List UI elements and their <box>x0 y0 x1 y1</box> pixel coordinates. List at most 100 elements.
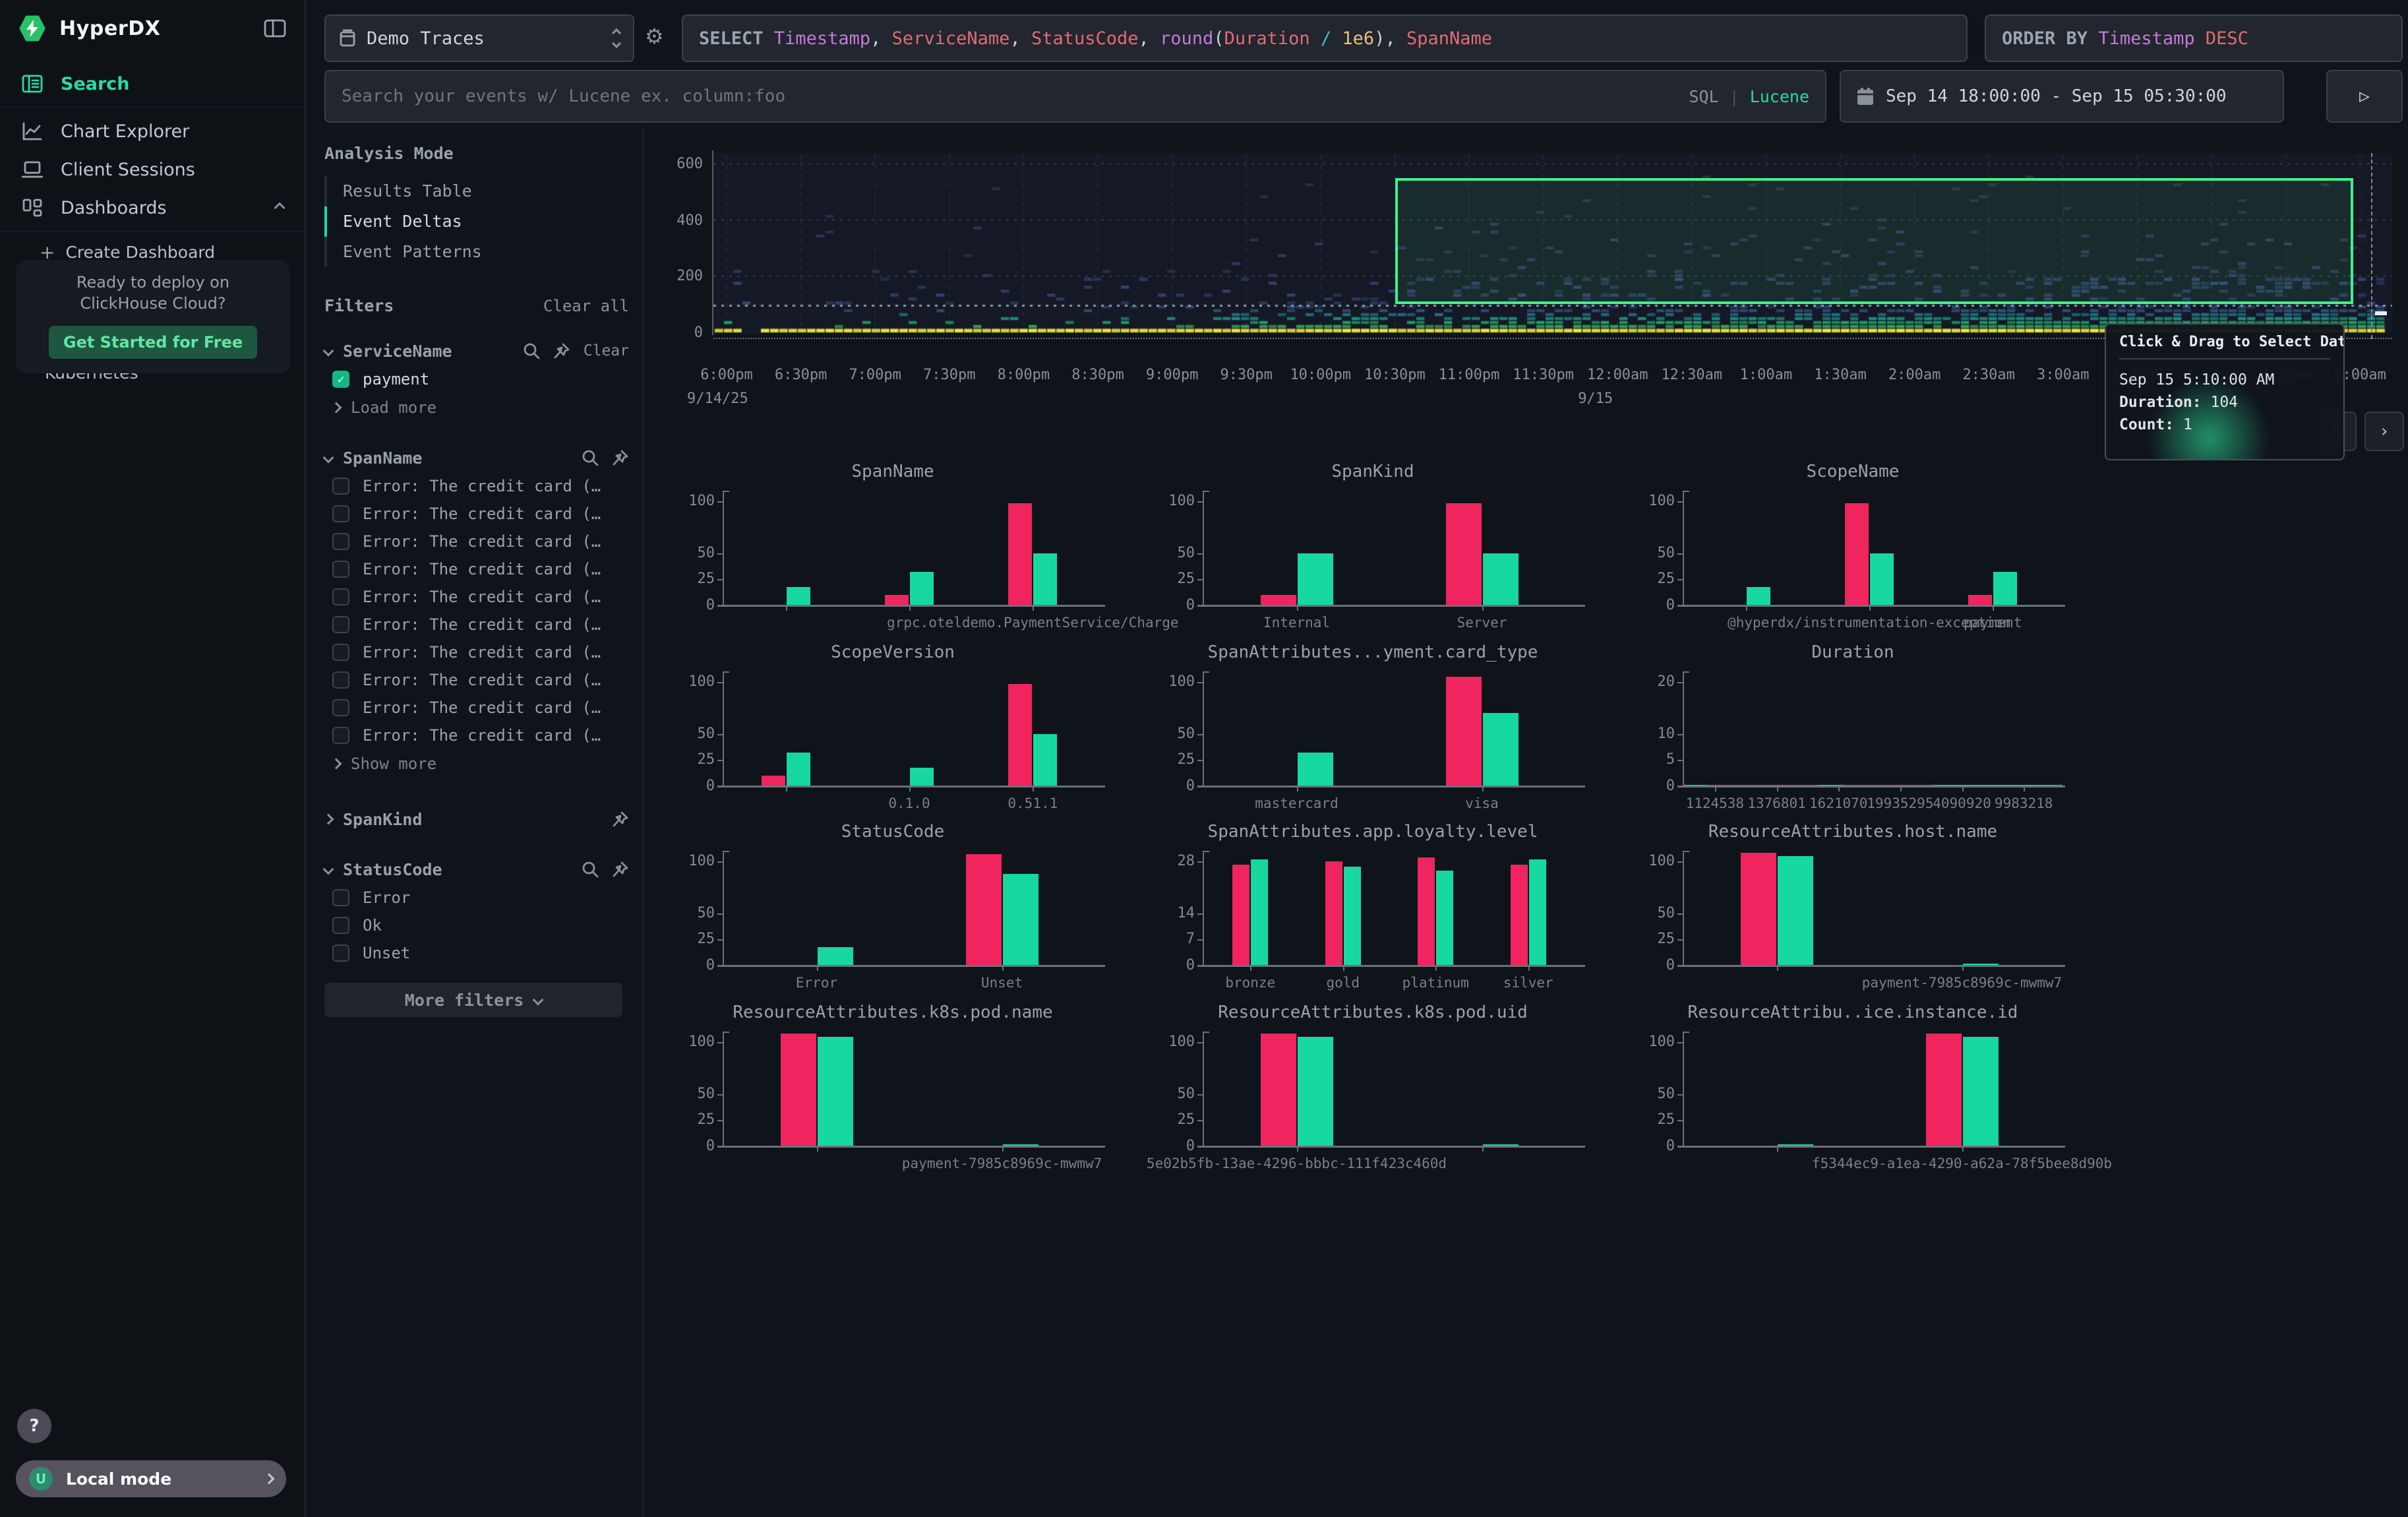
x-tick-label: platinum <box>1402 975 1469 991</box>
checkbox[interactable] <box>332 944 349 962</box>
clear-filter-button[interactable]: Clear <box>584 342 629 359</box>
category-slot: f5344ec9-a1ea-4290-a62a-78f5bee8d90b <box>1869 1032 2055 1146</box>
search-icon[interactable] <box>582 449 599 466</box>
filter-item-label: Error: The credit card (… <box>363 671 601 689</box>
pin-icon[interactable] <box>612 811 629 828</box>
y-tick-label: 0 <box>670 959 715 972</box>
analysis-mode-event-deltas[interactable]: Event Deltas <box>327 206 629 237</box>
checkbox[interactable] <box>332 889 349 906</box>
checkbox[interactable] <box>332 588 349 605</box>
checkbox[interactable] <box>332 917 349 934</box>
y-tick-label: 0 <box>670 599 715 612</box>
category-slot: silver <box>1482 851 1575 966</box>
drag-handle[interactable] <box>2375 311 2387 315</box>
get-started-button[interactable]: Get Started for Free <box>49 326 257 359</box>
y-tick-label: 14 <box>1150 907 1195 920</box>
filter-item-spanname[interactable]: Error: The credit card (… <box>324 611 629 638</box>
bar-green <box>818 1037 853 1146</box>
filter-item-servicename[interactable]: ✓payment <box>324 365 629 393</box>
filter-group-spanname[interactable]: SpanName <box>324 443 629 472</box>
y-tick-label: 5 <box>1630 753 1675 766</box>
category-slot: mastercard <box>1204 671 1389 786</box>
filter-item-spanname[interactable]: Error: The credit card (… <box>324 528 629 555</box>
checkbox[interactable]: ✓ <box>332 371 349 388</box>
sidebar-item-client-sessions[interactable]: Client Sessions <box>0 150 305 189</box>
date-range-picker[interactable]: Sep 14 18:00:00 - Sep 15 05:30:00 <box>1840 70 2284 123</box>
lang-lucene-button[interactable]: Lucene <box>1750 87 1809 106</box>
filter-item-spanname[interactable]: Error: The credit card (… <box>324 666 629 694</box>
chart-plot: 071428bronzegoldplatinumsilver <box>1203 851 1575 966</box>
sidebar-collapse-icon[interactable] <box>264 19 286 38</box>
sql-orderby-input[interactable]: ORDER BY Timestamp DESC <box>1985 15 2403 62</box>
run-query-button[interactable]: ▷ <box>2326 70 2403 123</box>
checkbox[interactable] <box>332 727 349 744</box>
mini-chart-resourceattributes-k8s-pod-name: ResourceAttributes.k8s.pod.name02550100p… <box>675 1003 1110 1177</box>
filter-item-spanname[interactable]: Error: The credit card (… <box>324 638 629 666</box>
filter-item-spanname[interactable]: Error: The credit card (… <box>324 555 629 583</box>
category-slot <box>724 491 847 605</box>
sidebar-item-chart-explorer[interactable]: Chart Explorer <box>0 112 305 150</box>
tooltip-title: Click & Drag to Select Data <box>2119 334 2330 350</box>
local-mode-button[interactable]: U Local mode <box>16 1460 286 1497</box>
sidebar-item-dashboards[interactable]: Dashboards <box>0 189 305 227</box>
gear-icon[interactable]: ⚙ <box>645 24 664 49</box>
sidebar-item-search[interactable]: Search <box>0 65 305 103</box>
filter-group-spankind[interactable]: SpanKind <box>324 805 629 834</box>
filter-item-spanname[interactable]: Error: The credit card (… <box>324 472 629 500</box>
data-source-select[interactable]: Demo Traces <box>324 15 634 62</box>
chart-title: ScopeVersion <box>675 642 1110 662</box>
search-icon[interactable] <box>523 342 540 359</box>
show-more-button[interactable]: Show more <box>324 749 629 778</box>
chart-slots: 5e02b5fb-13ae-4296-bbbc-111f423c460d <box>1204 1032 1575 1146</box>
mini-chart-spanname: SpanName02550100grpc.oteldemo.PaymentSer… <box>675 462 1110 636</box>
pin-icon[interactable] <box>553 342 570 359</box>
filter-item-statuscode[interactable]: Unset <box>324 939 629 967</box>
checkbox[interactable] <box>332 533 349 550</box>
filter-item-statuscode[interactable]: Error <box>324 884 629 912</box>
lang-sql-button[interactable]: SQL <box>1689 87 1718 106</box>
checkbox[interactable] <box>332 478 349 495</box>
sql-select-input[interactable]: SELECT Timestamp, ServiceName, StatusCod… <box>682 15 1968 62</box>
y-tick-label: 50 <box>1150 1088 1195 1101</box>
chart-title: ResourceAttribu..ice.instance.id <box>1635 1003 2070 1022</box>
load-more-button[interactable]: Load more <box>324 393 629 422</box>
chart-plot: 0510201124538137680116210701993529540909… <box>1683 671 2055 786</box>
search-placeholder: Search your events w/ Lucene ex. column:… <box>342 86 785 106</box>
search-input[interactable]: Search your events w/ Lucene ex. column:… <box>324 70 1826 123</box>
category-slot <box>1684 851 1869 966</box>
analysis-mode-results-table[interactable]: Results Table <box>327 176 629 206</box>
chart-slots: mastercardvisa <box>1204 671 1575 786</box>
filter-item-spanname[interactable]: Error: The credit card (… <box>324 500 629 528</box>
checkbox[interactable] <box>332 505 349 522</box>
filter-group-servicename[interactable]: ServiceName Clear <box>324 336 629 365</box>
y-tick-label: 25 <box>1630 1113 1675 1127</box>
chevron-up-icon[interactable] <box>274 202 286 214</box>
filter-group-statuscode[interactable]: StatusCode <box>324 855 629 884</box>
filter-item-spanname[interactable]: Error: The credit card (… <box>324 722 629 749</box>
chevron-right-icon <box>331 758 342 770</box>
sql-token: ( <box>1213 28 1224 49</box>
tooltip-duration-value: 104 <box>2210 394 2238 411</box>
checkbox[interactable] <box>332 644 349 661</box>
pin-icon[interactable] <box>612 861 629 878</box>
clear-all-button[interactable]: Clear all <box>543 297 629 315</box>
filter-item-spanname[interactable]: Error: The credit card (… <box>324 694 629 722</box>
pin-icon[interactable] <box>612 449 629 466</box>
search-icon[interactable] <box>582 861 599 878</box>
flatline-red-segment <box>1844 785 1933 788</box>
chevron-down-icon <box>533 995 544 1006</box>
x-tick-label: 0.51.1 <box>1008 795 1058 811</box>
checkbox[interactable] <box>332 561 349 578</box>
filter-item-statuscode[interactable]: Ok <box>324 912 629 939</box>
help-button[interactable]: ? <box>17 1409 51 1443</box>
checkbox[interactable] <box>332 671 349 689</box>
next-page-button[interactable]: › <box>2364 412 2404 451</box>
checkbox[interactable] <box>332 616 349 633</box>
filter-item-spanname[interactable]: Error: The credit card (… <box>324 583 629 611</box>
selection-rectangle[interactable] <box>1395 178 2354 304</box>
heatmap-tooltip: Click & Drag to Select Data Sep 15 5:10:… <box>2105 323 2345 460</box>
more-filters-button[interactable]: More filters <box>324 983 622 1017</box>
y-tick-label: 0 <box>670 1140 715 1153</box>
checkbox[interactable] <box>332 699 349 716</box>
analysis-mode-event-patterns[interactable]: Event Patterns <box>327 237 629 267</box>
